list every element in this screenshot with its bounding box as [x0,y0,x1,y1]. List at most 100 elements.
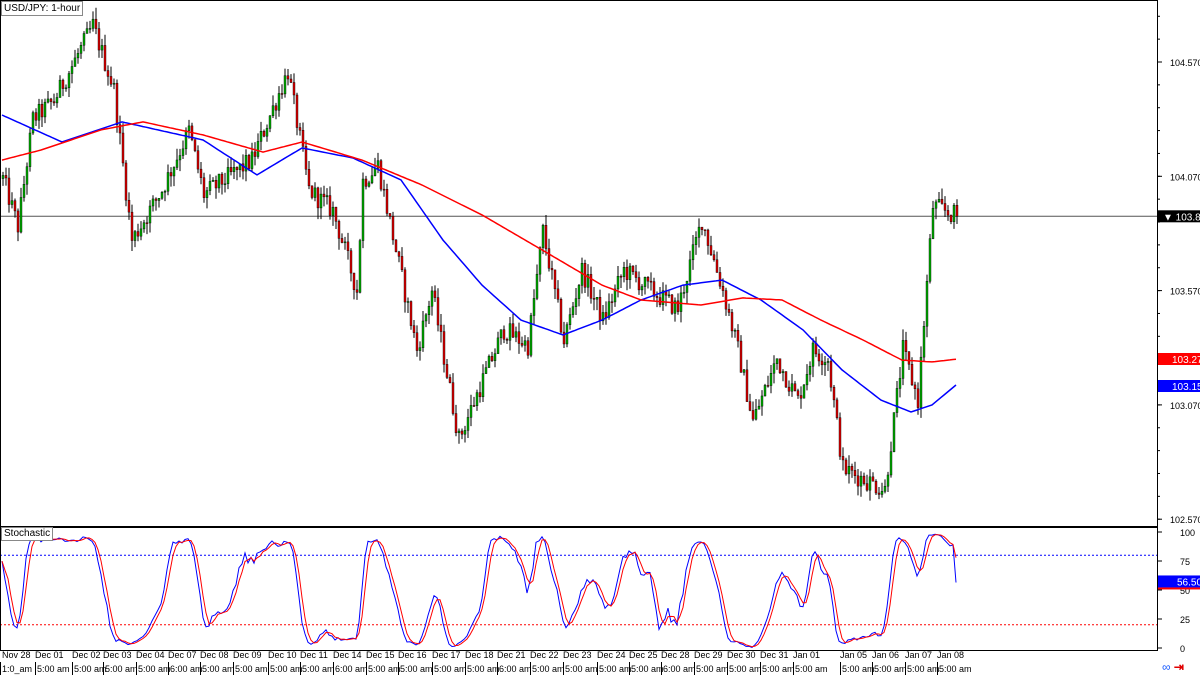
candle-body [496,337,500,354]
x-time-label: 5:00 am [874,664,907,674]
ma-slow-line [1,121,957,363]
candlestick-series [1,7,959,501]
candle-body [325,195,329,198]
candle-body [607,301,611,318]
candle-body [409,301,413,326]
candle-body [73,57,77,67]
candle-body [301,130,305,147]
candle-body [475,392,479,407]
candle-body [619,276,623,278]
candle-body [493,353,497,361]
candle-body [592,298,596,300]
candle-body [829,361,833,388]
candle-body [928,238,932,282]
candle-body [568,314,572,325]
candle-body [124,162,128,201]
candle-body [772,363,776,374]
candle-body [868,476,872,491]
x-time-label: 5:00 am [74,664,107,674]
candle-body [808,366,812,375]
candle-body [850,466,854,471]
candle-body [232,167,236,173]
candle-body [871,476,875,482]
x-date-label: Dec 18 [465,650,494,660]
candle-body [445,364,449,378]
price-tick-label: 103.070 [1170,401,1200,411]
x-time-label: 5:00 am [202,664,235,674]
candle-body [541,225,545,248]
candle-body [340,238,344,243]
price-tick-label: 104.570 [1170,58,1200,68]
candle-body [727,308,731,313]
scroll-to-end-icon[interactable]: ⇥ [1174,660,1184,674]
candle-body [544,225,548,249]
candle-body [331,206,335,216]
x-time-label: 5:00 am [729,664,762,674]
x-time-label: 6:00 am [335,664,368,674]
candle-body [556,288,560,300]
x-date-label: Jan 01 [793,650,820,660]
candle-body [178,155,182,161]
candle-body [343,241,347,244]
candle-body [7,177,11,205]
stochastic-tick-label: 0 [1180,644,1185,654]
candle-body [37,103,41,121]
candle-body [385,189,389,214]
candle-body [616,276,620,290]
candle-body [76,53,80,59]
candle-body [361,178,365,241]
candle-body [19,197,23,233]
candle-body [10,200,14,205]
candle-body [103,45,107,71]
candle-body [559,299,563,333]
x-date-label: Dec 10 [268,650,297,660]
candle-body [817,353,821,362]
candle-body [805,374,809,386]
x-date-label: Dec 22 [530,650,559,660]
candle-body [172,167,176,177]
candle-body [430,290,434,307]
candle-body [946,210,950,216]
candle-body [196,150,200,170]
candle-body [742,369,746,373]
candle-body [715,259,719,273]
candle-body [262,131,266,137]
candle-body [934,201,938,209]
x-time-label: 5:00 am [400,664,433,674]
candle-body [283,75,287,95]
candle-body [679,292,683,312]
candle-body [415,332,419,351]
candle-body [289,78,293,83]
candle-body [412,325,416,333]
candle-body [637,277,641,291]
candle-body [250,151,254,169]
candle-body [256,141,260,157]
candle-body [697,226,701,238]
candle-body [328,195,332,216]
candle-body [883,485,887,492]
candle-body [319,193,323,209]
candle-body [754,409,758,420]
candle-body [418,347,422,351]
x-time-label: 5:00 am [599,664,632,674]
candle-body [790,383,794,392]
candle-body [703,229,707,231]
link-icon[interactable]: ∞ [1162,660,1171,674]
candle-body [712,254,716,260]
price-tick-label: 103.570 [1170,287,1200,297]
candle-body [652,281,656,297]
candle-body [796,390,800,396]
candle-body [388,213,392,217]
candle-body [793,383,797,391]
candle-body [367,182,371,187]
candle-body [4,175,8,179]
candle-body [427,306,431,316]
candle-body [736,330,740,342]
candle-body [844,459,848,475]
candle-body [511,323,515,338]
candle-body [454,413,458,434]
chart-canvas[interactable]: 104.570 104.070 103.570 103.070 102.570 ▼ 103… [0,0,1200,675]
candle-body [193,139,197,151]
x-date-label: Dec 24 [597,650,626,660]
x-date-label: Dec 07 [168,650,197,660]
